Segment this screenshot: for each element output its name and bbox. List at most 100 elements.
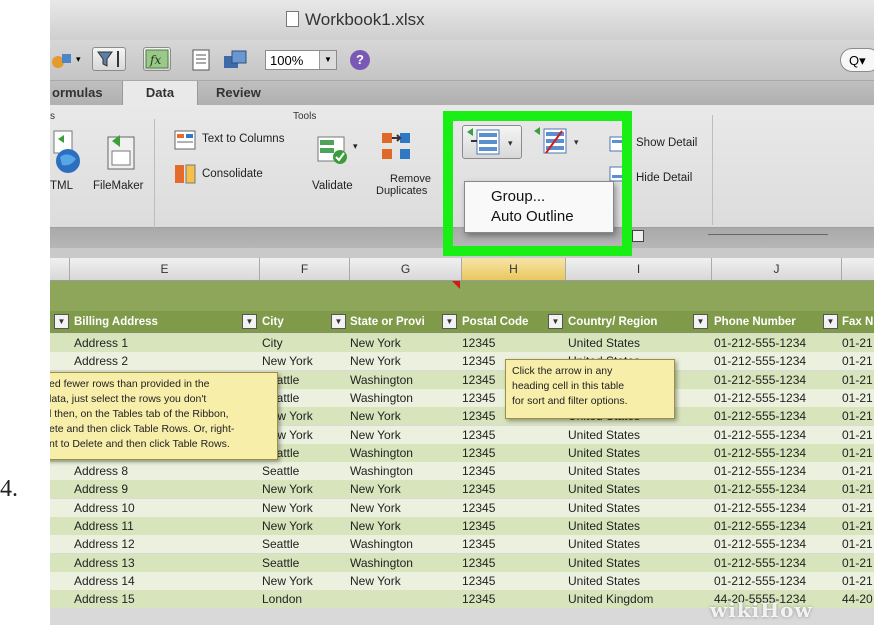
city-cell[interactable]: Seattle bbox=[262, 554, 348, 572]
postal-code-cell[interactable]: 12345 bbox=[462, 426, 562, 444]
group-button[interactable]: ▾ bbox=[462, 125, 522, 159]
text-to-columns-icon[interactable] bbox=[174, 129, 196, 151]
fax-cell[interactable]: 01-21 bbox=[842, 444, 874, 462]
tab-data[interactable]: Data bbox=[122, 81, 198, 105]
city-cell[interactable]: New York bbox=[262, 572, 348, 590]
country-cell[interactable]: United States bbox=[568, 426, 708, 444]
city-cell[interactable]: New York bbox=[262, 352, 348, 370]
billing-address-cell[interactable]: Address 10 bbox=[74, 499, 244, 517]
billing-address-cell[interactable]: Address 14 bbox=[74, 572, 244, 590]
phone-cell[interactable]: 01-212-555-1234 bbox=[714, 462, 838, 480]
consolidate-label[interactable]: Consolidate bbox=[202, 168, 263, 180]
shapes-icon[interactable] bbox=[50, 48, 74, 72]
billing-address-cell[interactable]: Address 11 bbox=[74, 517, 244, 535]
country-cell[interactable]: United States bbox=[568, 334, 708, 352]
remove-duplicates-icon[interactable] bbox=[378, 129, 414, 169]
billing-address-cell[interactable]: Address 1 bbox=[74, 334, 244, 352]
fax-cell[interactable]: 01-21 bbox=[842, 517, 874, 535]
phone-cell[interactable]: 01-212-555-1234 bbox=[714, 480, 838, 498]
filter-arrow-button[interactable]: ▼ bbox=[442, 314, 457, 329]
fax-cell[interactable]: 01-21 bbox=[842, 572, 874, 590]
postal-code-cell[interactable]: 12345 bbox=[462, 480, 562, 498]
column-header-j[interactable]: J bbox=[712, 258, 842, 280]
city-cell[interactable]: New York bbox=[262, 517, 348, 535]
menu-item-auto-outline[interactable]: Auto Outline bbox=[491, 208, 574, 225]
fax-cell[interactable]: 01-21 bbox=[842, 371, 874, 389]
state-cell[interactable] bbox=[350, 590, 460, 608]
city-cell[interactable]: New York bbox=[262, 499, 348, 517]
state-cell[interactable]: Washington bbox=[350, 389, 460, 407]
ungroup-button[interactable]: ▾ bbox=[532, 125, 584, 159]
column-header-e[interactable]: E bbox=[70, 258, 260, 280]
fax-cell[interactable]: 01-21 bbox=[842, 352, 874, 370]
shapes-dropdown-arrow[interactable]: ▾ bbox=[76, 54, 81, 78]
column-header-g[interactable]: G bbox=[350, 258, 462, 280]
filter-arrow-button[interactable]: ▼ bbox=[331, 314, 346, 329]
phone-cell[interactable]: 01-212-555-1234 bbox=[714, 407, 838, 425]
html-label[interactable]: TML bbox=[50, 180, 73, 192]
state-cell[interactable]: New York bbox=[350, 407, 460, 425]
state-cell[interactable]: New York bbox=[350, 480, 460, 498]
billing-address-cell[interactable]: Address 9 bbox=[74, 480, 244, 498]
phone-cell[interactable]: 01-212-555-1234 bbox=[714, 517, 838, 535]
filemaker-icon[interactable] bbox=[102, 129, 142, 177]
postal-code-cell[interactable]: 12345 bbox=[462, 554, 562, 572]
state-cell[interactable]: New York bbox=[350, 426, 460, 444]
column-header-i[interactable]: I bbox=[566, 258, 712, 280]
state-cell[interactable]: Washington bbox=[350, 371, 460, 389]
country-cell[interactable]: United States bbox=[568, 480, 708, 498]
city-cell[interactable]: Seattle bbox=[262, 462, 348, 480]
collapse-icon[interactable] bbox=[632, 230, 644, 242]
city-cell[interactable]: City bbox=[262, 334, 348, 352]
billing-address-cell[interactable]: Address 12 bbox=[74, 535, 244, 553]
postal-code-cell[interactable]: 12345 bbox=[462, 444, 562, 462]
country-cell[interactable]: United States bbox=[568, 499, 708, 517]
postal-code-cell[interactable]: 12345 bbox=[462, 535, 562, 553]
state-cell[interactable]: Washington bbox=[350, 554, 460, 572]
function-button[interactable]: fx bbox=[143, 47, 171, 71]
menu-item-group[interactable]: Group... bbox=[491, 188, 545, 205]
validate-icon[interactable] bbox=[316, 133, 352, 167]
show-detail-icon[interactable] bbox=[606, 133, 628, 155]
duplicates-label[interactable]: Duplicates bbox=[376, 185, 427, 197]
filter-arrow-button[interactable]: ▼ bbox=[54, 314, 69, 329]
billing-address-cell[interactable]: Address 13 bbox=[74, 554, 244, 572]
state-cell[interactable]: Washington bbox=[350, 444, 460, 462]
zoom-select[interactable]: 100% ▼ bbox=[265, 50, 337, 70]
chevron-down-icon[interactable]: ▼ bbox=[319, 51, 336, 69]
column-header-d[interactable] bbox=[50, 258, 70, 280]
billing-address-cell[interactable]: Address 15 bbox=[74, 590, 244, 608]
postal-code-cell[interactable]: 12345 bbox=[462, 334, 562, 352]
filter-arrow-button[interactable]: ▼ bbox=[548, 314, 563, 329]
hide-detail-label[interactable]: Hide Detail bbox=[636, 172, 692, 184]
fax-cell[interactable]: 01-21 bbox=[842, 535, 874, 553]
country-cell[interactable]: United States bbox=[568, 535, 708, 553]
consolidate-icon[interactable] bbox=[174, 163, 196, 185]
validate-dropdown-arrow[interactable]: ▾ bbox=[353, 141, 358, 152]
filter-arrow-button[interactable]: ▼ bbox=[823, 314, 838, 329]
country-cell[interactable]: United States bbox=[568, 572, 708, 590]
document-view-icon[interactable] bbox=[190, 48, 212, 72]
phone-cell[interactable]: 01-212-555-1234 bbox=[714, 352, 838, 370]
help-icon[interactable]: ? bbox=[350, 50, 370, 70]
state-cell[interactable]: Washington bbox=[350, 535, 460, 553]
state-cell[interactable]: New York bbox=[350, 499, 460, 517]
phone-cell[interactable]: 01-212-555-1234 bbox=[714, 371, 838, 389]
column-header-h[interactable]: H bbox=[462, 258, 566, 280]
state-cell[interactable]: New York bbox=[350, 517, 460, 535]
remove-label[interactable]: Remove bbox=[390, 173, 431, 185]
postal-code-cell[interactable]: 12345 bbox=[462, 462, 562, 480]
filter-arrow-button[interactable]: ▼ bbox=[242, 314, 257, 329]
country-cell[interactable]: United States bbox=[568, 444, 708, 462]
column-header-f[interactable]: F bbox=[260, 258, 350, 280]
html-globe-icon[interactable] bbox=[50, 129, 86, 177]
tab-formulas[interactable]: ormulas bbox=[50, 81, 117, 105]
postal-code-cell[interactable]: 12345 bbox=[462, 572, 562, 590]
fax-cell[interactable]: 01-21 bbox=[842, 334, 874, 352]
country-cell[interactable]: United States bbox=[568, 517, 708, 535]
postal-code-cell[interactable]: 12345 bbox=[462, 590, 562, 608]
city-cell[interactable]: Seattle bbox=[262, 535, 348, 553]
phone-cell[interactable]: 01-212-555-1234 bbox=[714, 389, 838, 407]
country-cell[interactable]: United States bbox=[568, 554, 708, 572]
state-cell[interactable]: New York bbox=[350, 352, 460, 370]
